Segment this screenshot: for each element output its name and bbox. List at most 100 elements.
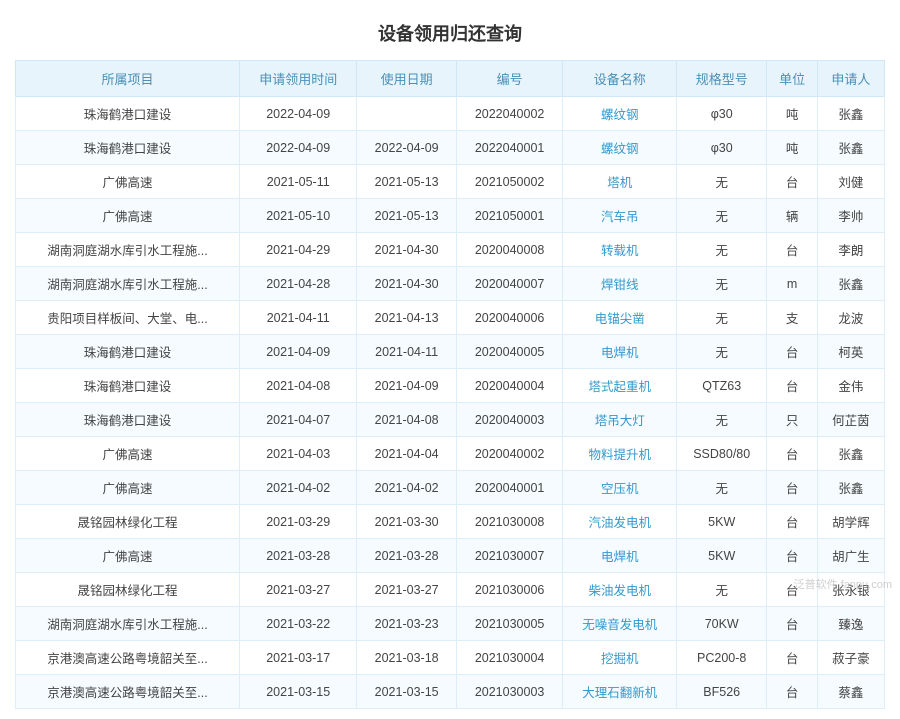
- table-cell: 2022-04-09: [239, 97, 357, 131]
- table-cell: 无: [677, 573, 767, 607]
- table-cell[interactable]: 电焊机: [563, 335, 677, 369]
- table-row: 晟铭园林绿化工程2021-03-272021-03-272021030006柴油…: [16, 573, 885, 607]
- table-cell: 2021-03-28: [239, 539, 357, 573]
- table-cell: BF526: [677, 675, 767, 709]
- table-cell: 台: [767, 505, 817, 539]
- table-cell: 2021030008: [456, 505, 563, 539]
- table-cell: 2020040008: [456, 233, 563, 267]
- device-link[interactable]: 无噪音发电机: [582, 618, 657, 632]
- table-cell: 5KW: [677, 539, 767, 573]
- table-cell: 台: [767, 641, 817, 675]
- device-link[interactable]: 螺纹钢: [601, 142, 639, 156]
- table-cell: 珠海鹤港口建设: [16, 369, 240, 403]
- table-cell: QTZ63: [677, 369, 767, 403]
- column-header: 编号: [456, 61, 563, 97]
- table-cell[interactable]: 柴油发电机: [563, 573, 677, 607]
- table-cell: 广佛高速: [16, 471, 240, 505]
- device-link[interactable]: 电焊机: [601, 550, 639, 564]
- table-cell: 金伟: [817, 369, 884, 403]
- table-cell: 2021-04-07: [239, 403, 357, 437]
- table-cell[interactable]: 塔机: [563, 165, 677, 199]
- table-row: 珠海鹤港口建设2021-04-082021-04-092020040004塔式起…: [16, 369, 885, 403]
- table-cell: 2021-04-08: [357, 403, 456, 437]
- table-cell[interactable]: 塔吊大灯: [563, 403, 677, 437]
- table-cell: 2021-05-13: [357, 165, 456, 199]
- table-cell: 吨: [767, 131, 817, 165]
- table-cell[interactable]: 电锚尖凿: [563, 301, 677, 335]
- table-cell: 2021-05-10: [239, 199, 357, 233]
- table-cell[interactable]: 挖掘机: [563, 641, 677, 675]
- device-link[interactable]: 塔吊大灯: [595, 414, 645, 428]
- table-cell[interactable]: 焊钳线: [563, 267, 677, 301]
- table-cell: 臻逸: [817, 607, 884, 641]
- table-cell: 广佛高速: [16, 165, 240, 199]
- device-link[interactable]: 电锚尖凿: [595, 312, 645, 326]
- table-cell: 2021030007: [456, 539, 563, 573]
- table-cell: 5KW: [677, 505, 767, 539]
- column-header: 申请人: [817, 61, 884, 97]
- table-cell[interactable]: 物料提升机: [563, 437, 677, 471]
- table-header-row: 所属项目申请领用时间使用日期编号设备名称规格型号单位申请人: [16, 61, 885, 97]
- table-cell: 柯英: [817, 335, 884, 369]
- table-cell: 2022040002: [456, 97, 563, 131]
- table-cell[interactable]: 汽车吊: [563, 199, 677, 233]
- table-cell[interactable]: 转载机: [563, 233, 677, 267]
- table-cell[interactable]: 汽油发电机: [563, 505, 677, 539]
- table-cell: 2021-04-30: [357, 233, 456, 267]
- table-cell[interactable]: 空压机: [563, 471, 677, 505]
- table-cell[interactable]: 无噪音发电机: [563, 607, 677, 641]
- column-header: 单位: [767, 61, 817, 97]
- table-row: 广佛高速2021-03-282021-03-282021030007电焊机5KW…: [16, 539, 885, 573]
- table-cell: 台: [767, 369, 817, 403]
- table-cell[interactable]: 螺纹钢: [563, 97, 677, 131]
- table-cell: 湖南洞庭湖水库引水工程施...: [16, 267, 240, 301]
- table-row: 广佛高速2021-05-112021-05-132021050002塔机无台刘健: [16, 165, 885, 199]
- table-cell: 2021030005: [456, 607, 563, 641]
- table-cell: 辆: [767, 199, 817, 233]
- device-link[interactable]: 电焊机: [601, 346, 639, 360]
- table-cell: 无: [677, 199, 767, 233]
- table-cell: 2021-05-13: [357, 199, 456, 233]
- device-link[interactable]: 汽车吊: [601, 210, 639, 224]
- table-cell: SSD80/80: [677, 437, 767, 471]
- table-cell: 2021-03-29: [239, 505, 357, 539]
- table-cell[interactable]: 塔式起重机: [563, 369, 677, 403]
- table-cell: 晟铭园林绿化工程: [16, 573, 240, 607]
- table-cell: 台: [767, 539, 817, 573]
- table-cell: 2021-04-04: [357, 437, 456, 471]
- column-header: 申请领用时间: [239, 61, 357, 97]
- device-link[interactable]: 挖掘机: [601, 652, 639, 666]
- table-cell: 无: [677, 267, 767, 301]
- table-row: 珠海鹤港口建设2021-04-092021-04-112020040005电焊机…: [16, 335, 885, 369]
- device-link[interactable]: 焊钳线: [601, 278, 639, 292]
- page-container: 设备领用归还查询 所属项目申请领用时间使用日期编号设备名称规格型号单位申请人 珠…: [0, 0, 900, 719]
- table-cell: 湖南洞庭湖水库引水工程施...: [16, 607, 240, 641]
- device-link[interactable]: 柴油发电机: [588, 584, 651, 598]
- table-cell[interactable]: 螺纹钢: [563, 131, 677, 165]
- table-cell[interactable]: 电焊机: [563, 539, 677, 573]
- table-cell: 2021-03-28: [357, 539, 456, 573]
- table-cell: 贵阳项目样板间、大堂、电...: [16, 301, 240, 335]
- column-header: 设备名称: [563, 61, 677, 97]
- table-cell: 珠海鹤港口建设: [16, 97, 240, 131]
- table-cell[interactable]: 大理石翻新机: [563, 675, 677, 709]
- device-link[interactable]: 螺纹钢: [601, 108, 639, 122]
- device-link[interactable]: 塔式起重机: [588, 380, 651, 394]
- device-link[interactable]: 大理石翻新机: [582, 686, 657, 700]
- device-link[interactable]: 转载机: [601, 244, 639, 258]
- table-cell: 龙波: [817, 301, 884, 335]
- device-link[interactable]: 汽油发电机: [588, 516, 651, 530]
- table-cell: 李朗: [817, 233, 884, 267]
- table-cell: 2021-03-30: [357, 505, 456, 539]
- table-cell: 台: [767, 471, 817, 505]
- table-cell: 台: [767, 675, 817, 709]
- device-link[interactable]: 物料提升机: [588, 448, 651, 462]
- table-cell: 2021-03-17: [239, 641, 357, 675]
- device-link[interactable]: 空压机: [601, 482, 639, 496]
- table-cell: 湖南洞庭湖水库引水工程施...: [16, 233, 240, 267]
- table-cell: 台: [767, 335, 817, 369]
- table-cell: 2020040007: [456, 267, 563, 301]
- table-cell: 2020040002: [456, 437, 563, 471]
- device-link[interactable]: 塔机: [607, 176, 632, 190]
- table-cell: 2020040006: [456, 301, 563, 335]
